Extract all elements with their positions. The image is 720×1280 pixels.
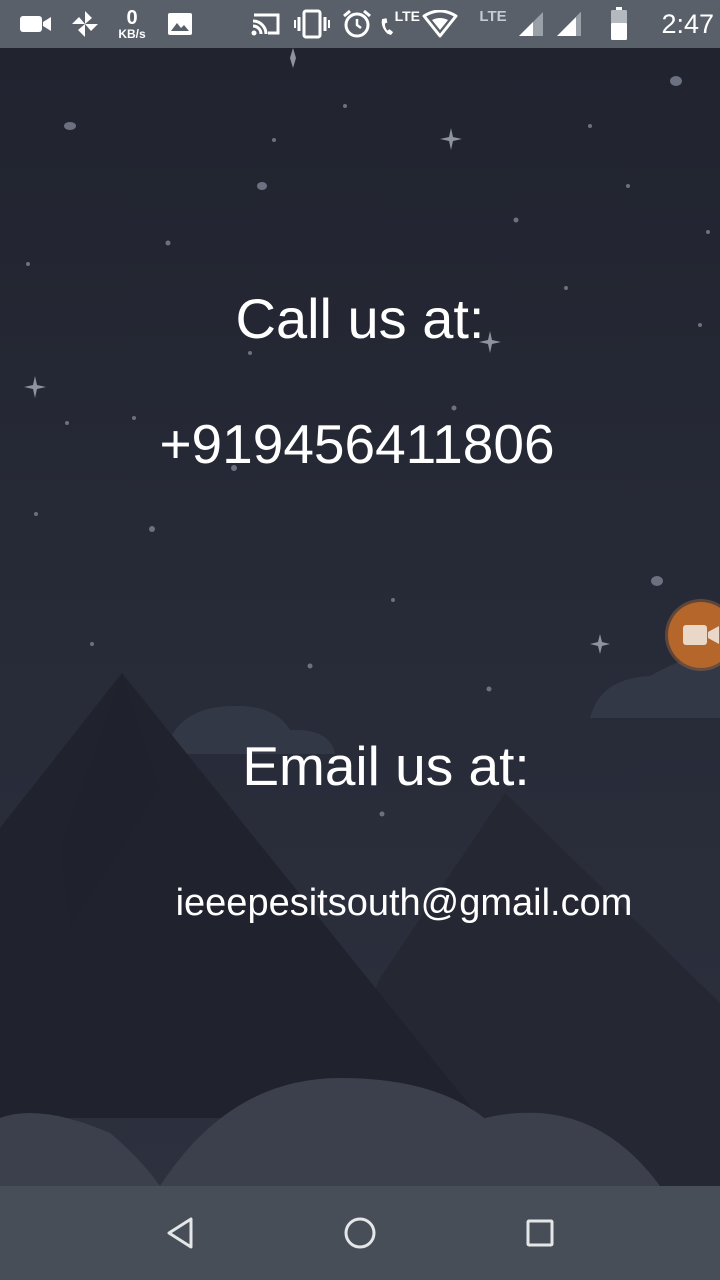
status-bar: 0 KB/s LTE LTE 2:47 xyxy=(0,0,720,48)
recents-icon xyxy=(525,1218,555,1248)
signal-icon xyxy=(554,0,584,48)
cast-icon xyxy=(248,0,284,48)
email-address[interactable]: ieeepesitsouth@gmail.com xyxy=(44,882,720,925)
phone-number[interactable]: +919456411806 xyxy=(0,412,717,476)
signal-icon xyxy=(516,0,546,48)
call-heading: Call us at: xyxy=(235,287,485,350)
network-speed-value: 0 xyxy=(126,7,138,29)
contact-screen: Call us at: +919456411806 Email us at: i… xyxy=(0,48,720,1186)
navigation-bar xyxy=(0,1186,720,1280)
alarm-icon xyxy=(340,0,374,48)
home-button[interactable] xyxy=(326,1199,394,1267)
back-icon xyxy=(165,1216,195,1250)
video-camera-icon xyxy=(18,0,54,48)
wifi-calling-lte-icon: LTE xyxy=(380,0,420,48)
vibrate-icon xyxy=(294,0,330,48)
network-speed-unit: KB/s xyxy=(118,27,146,41)
network-speed: 0 KB/s xyxy=(112,0,152,48)
back-button[interactable] xyxy=(146,1199,214,1267)
home-icon xyxy=(343,1216,377,1250)
lte-label: LTE xyxy=(394,8,420,24)
image-icon xyxy=(164,0,196,48)
battery-icon xyxy=(606,0,632,48)
night-sky-background xyxy=(0,48,720,1186)
pinwheel-icon xyxy=(68,0,102,48)
recents-button[interactable] xyxy=(506,1199,574,1267)
lte-label: LTE xyxy=(479,8,507,25)
email-heading: Email us at: xyxy=(242,735,530,797)
status-time: 2:47 xyxy=(661,8,714,39)
wifi-icon xyxy=(420,0,460,48)
clock: 2:47 xyxy=(640,0,714,48)
video-camera-icon xyxy=(682,622,720,648)
